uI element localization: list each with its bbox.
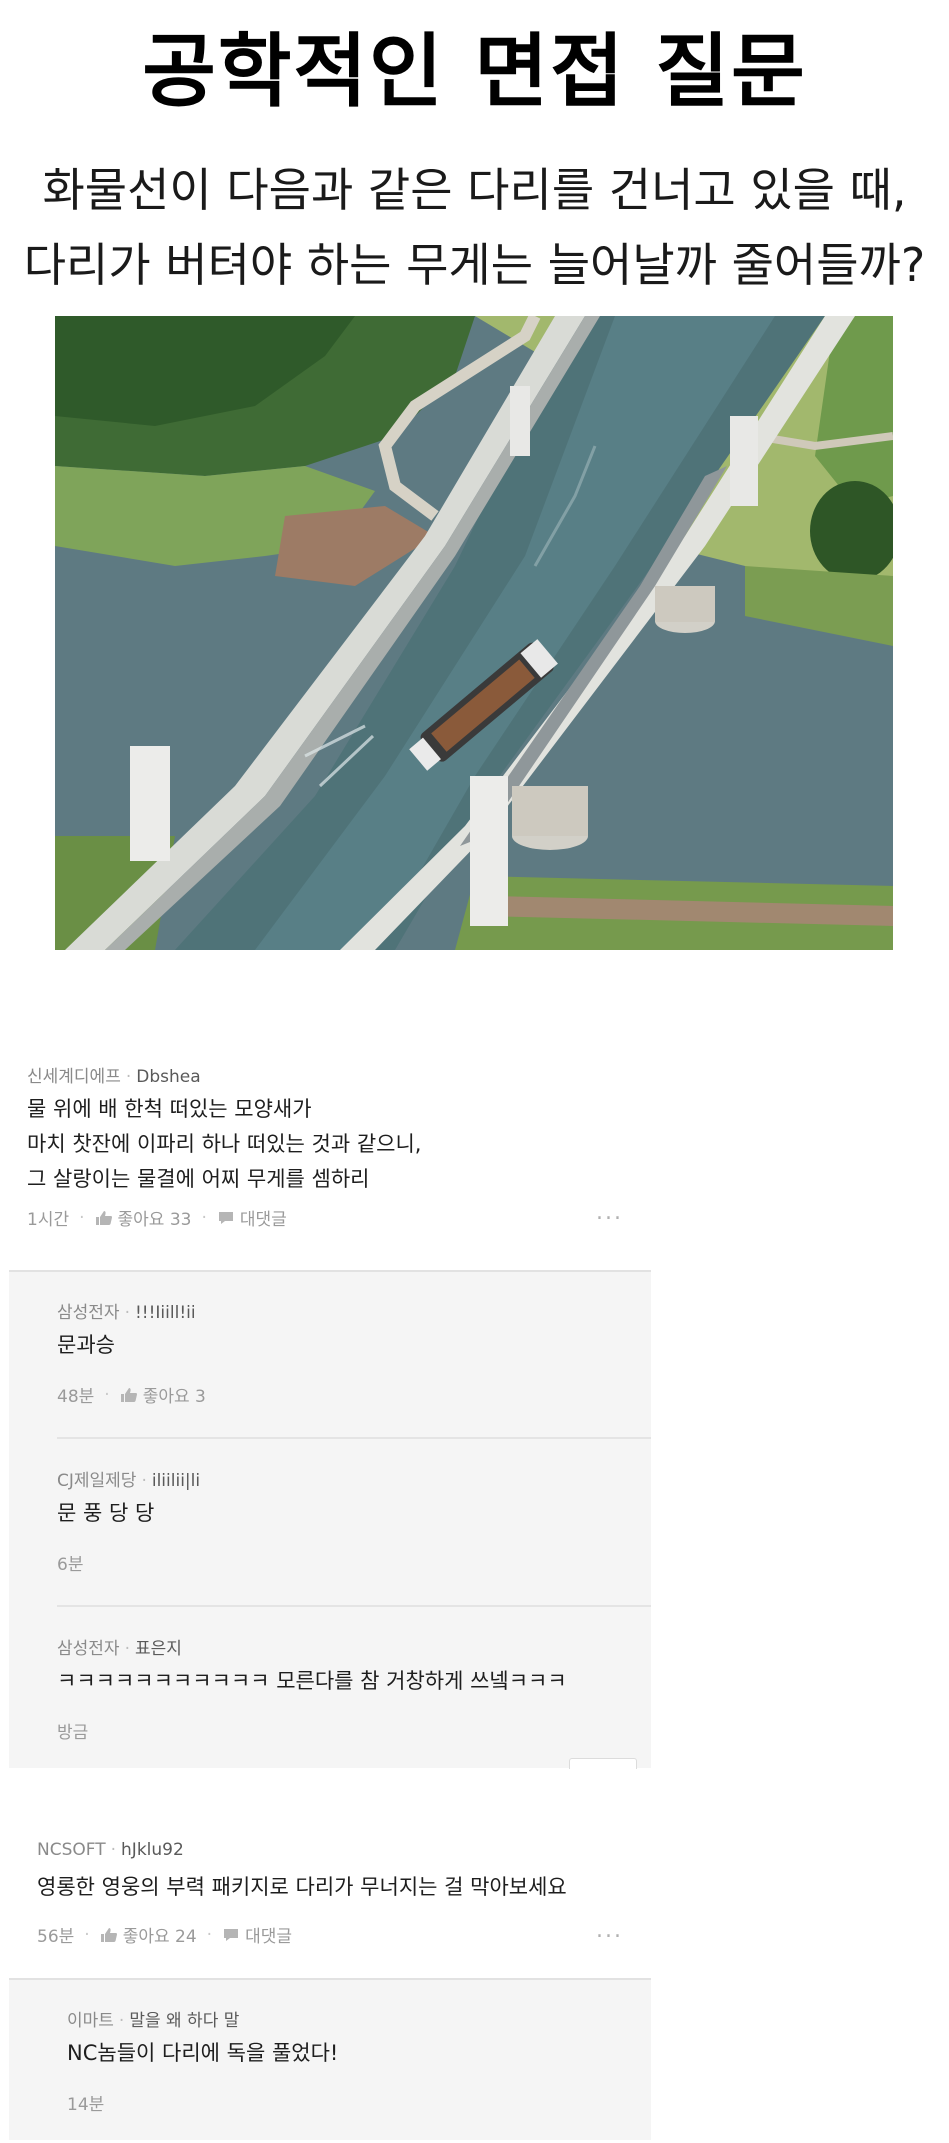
reply-footer: 14분 [67,2090,104,2115]
comment-card: 신세계디에프 · Dbshea 물 위에 배 한척 떠있는 모양새가 마치 찻잔에 … [9,1040,651,1270]
divider [57,1605,651,1607]
like-count: 좋아요 33 [117,1210,192,1230]
speech-bubble-icon [218,1211,233,1224]
reply-footer: 방금 [57,1718,88,1743]
comment-meta: 신세계디에프 · Dbshea [27,1067,201,1087]
reply-text: ㅋㅋㅋㅋㅋㅋㅋㅋㅋㅋㅋ 모른다를 참 거창하게 쓰넼ㅋㅋㅋ [57,1669,567,1693]
aqueduct-photo [55,316,893,950]
thumbs-up-icon [120,1387,137,1402]
company-name: 삼성전자 [57,1303,120,1323]
like-button[interactable]: 좋아요 33 [95,1205,192,1230]
reply-label: 대댓글 [239,1210,287,1230]
nickname[interactable]: 표은지 [135,1639,182,1659]
nickname[interactable]: 말을 왜 하다 말 [129,2011,239,2031]
comment-line: 영롱한 영웅의 부력 패키지로 다리가 무너지는 걸 막아보세요 [37,1875,567,1899]
comment-card: NCSOFT · hJklu92 영롱한 영웅의 부력 패키지로 다리가 무너지는 … [9,1818,651,1978]
reply-meta: 삼성전자 · !!!Iiill!ii [57,1303,196,1323]
reply-button[interactable]: 대댓글 [222,1922,292,1947]
reply-group: 삼성전자 · !!!Iiill!ii 문과승 48분 · 좋아요 3 CJ제일제당 ·… [9,1272,651,1769]
company-name: 이마트 [67,2011,114,2031]
nickname[interactable]: !!!Iiill!ii [135,1303,196,1323]
reply-footer: 48분 · 좋아요 3 [57,1382,206,1408]
reply-button[interactable]: 대댓글 [217,1205,287,1230]
comment-line: 물 위에 배 한척 떠있는 모양새가 [27,1097,312,1121]
like-count: 좋아요 24 [122,1927,197,1947]
thumbs-up-icon [100,1927,117,1942]
like-button[interactable]: 좋아요 3 [120,1382,206,1407]
question-line-2: 다리가 버텨야 하는 무게는 늘어날까 줄어들까? [23,238,926,292]
reply-text: 문과승 [57,1333,115,1357]
speech-bubble-icon [224,1928,239,1941]
comment-text: 물 위에 배 한척 떠있는 모양새가 마치 찻잔에 이파리 하나 떠있는 것과 … [27,1092,422,1197]
nickname[interactable]: hJklu92 [121,1840,184,1860]
reply-footer: 6분 [57,1550,83,1575]
comment-line: 마치 찻잔에 이파리 하나 떠있는 것과 같으니, [27,1132,422,1156]
question-line-1: 화물선이 다음과 같은 다리를 건너고 있을 때, [42,163,907,217]
comment-footer: 1시간 · 좋아요 33 · 대댓글 [27,1205,287,1231]
reply-text: NC놈들이 다리에 독을 풀었다! [67,2041,339,2065]
comment-meta: NCSOFT · hJklu92 [37,1840,184,1860]
comment-footer: 56분 · 좋아요 24 · 대댓글 [37,1922,292,1948]
input-tab[interactable] [569,1758,637,1769]
divider [57,1437,651,1439]
comment-line: 그 살랑이는 물결에 어찌 무게를 셈하리 [27,1167,370,1191]
nickname[interactable]: iliilii|li [152,1471,200,1491]
like-button[interactable]: 좋아요 24 [100,1922,197,1947]
more-dots-icon[interactable]: ... [596,1918,623,1943]
reply-time: 6분 [57,1555,84,1575]
comment-time: 56분 [37,1927,75,1947]
thumbs-up-icon [95,1210,112,1225]
reply-label: 대댓글 [245,1927,292,1947]
reply-meta: 이마트 · 말을 왜 하다 말 [67,2011,240,2031]
reply-meta: CJ제일제당 · iliilii|li [57,1471,201,1491]
reply-meta: 삼성전자 · 표은지 [57,1639,182,1659]
reply-time: 14분 [67,2095,105,2115]
company-name: 삼성전자 [57,1639,120,1659]
company-name: CJ제일제당 [57,1471,137,1491]
reply-group: 이마트 · 말을 왜 하다 말 NC놈들이 다리에 독을 풀었다! 14분 [9,1980,651,2140]
page-title: 공학적인 면접 질문 [142,25,807,118]
more-dots-icon[interactable]: ... [596,1200,623,1225]
like-count: 좋아요 3 [142,1387,206,1407]
reply-text: 문 풍 당 당 [57,1501,155,1525]
company-name: 신세계디에프 [27,1067,121,1087]
reply-time: 방금 [57,1723,89,1743]
company-name: NCSOFT [37,1840,106,1860]
reply-time: 48분 [57,1387,95,1407]
comment-text: 영롱한 영웅의 부력 패키지로 다리가 무너지는 걸 막아보세요 [37,1870,567,1905]
comment-time: 1시간 [27,1210,70,1230]
nickname[interactable]: Dbshea [136,1067,200,1087]
